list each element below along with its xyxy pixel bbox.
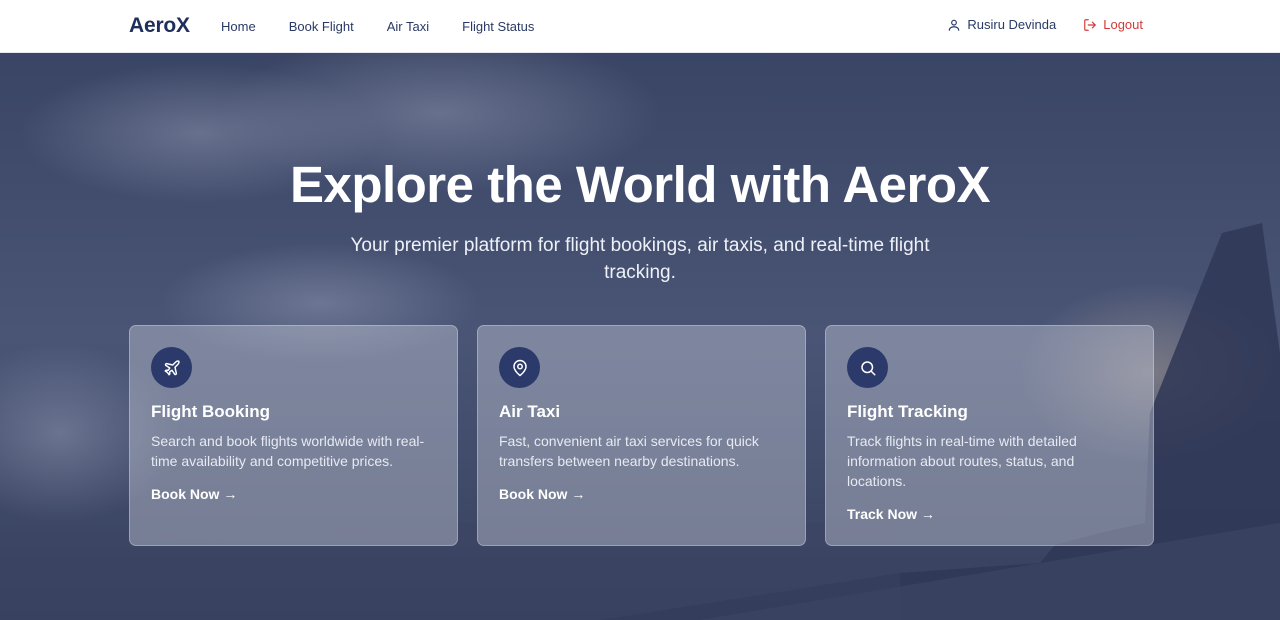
search-icon (847, 347, 888, 388)
nav-link-home[interactable]: Home (221, 19, 256, 34)
main-nav: Home Book Flight Air Taxi Flight Status (221, 19, 567, 34)
hero-subtitle: Your premier platform for flight booking… (350, 235, 930, 283)
book-flight-link[interactable]: Book Now → (151, 486, 237, 502)
nav-link-air-taxi[interactable]: Air Taxi (387, 19, 429, 34)
nav-link-flight-status[interactable]: Flight Status (462, 19, 534, 34)
card-description: Track flights in real-time with detailed… (847, 433, 1077, 489)
card-description: Search and book flights worldwide with r… (151, 433, 425, 469)
logout-label: Logout (1103, 17, 1143, 32)
plane-icon (151, 347, 192, 388)
hero-content: Explore the World with AeroX Your premie… (0, 53, 1280, 620)
feature-cards: Flight Booking Search and book flights w… (129, 325, 1154, 546)
card-title: Flight Booking (151, 402, 270, 421)
logout-button[interactable]: Logout (1083, 17, 1143, 32)
nav-link-book-flight[interactable]: Book Flight (289, 19, 354, 34)
card-title: Flight Tracking (847, 402, 968, 421)
card-title: Air Taxi (499, 402, 561, 421)
hero-section: Explore the World with AeroX Your premie… (0, 53, 1280, 620)
user-profile[interactable]: Rusiru Devinda (947, 17, 1056, 32)
hero-title: Explore the World with AeroX (289, 156, 991, 213)
user-icon (947, 18, 961, 32)
logout-icon (1083, 18, 1097, 32)
top-navbar: AeroX Home Book Flight Air Taxi Flight S… (0, 0, 1280, 53)
card-flight-booking[interactable]: Flight Booking Search and book flights w… (129, 325, 458, 546)
brand-logo[interactable]: AeroX (129, 14, 190, 38)
book-air-taxi-link[interactable]: Book Now → (499, 486, 585, 502)
card-air-taxi[interactable]: Air Taxi Fast, convenient air taxi servi… (477, 325, 806, 546)
user-area: Rusiru Devinda Logout (947, 17, 1143, 32)
track-now-link[interactable]: Track Now → (847, 506, 935, 522)
user-name: Rusiru Devinda (967, 17, 1057, 32)
card-description: Fast, convenient air taxi services for q… (499, 433, 759, 469)
card-flight-tracking[interactable]: Flight Tracking Track flights in real-ti… (825, 325, 1154, 546)
location-pin-icon (499, 347, 540, 388)
